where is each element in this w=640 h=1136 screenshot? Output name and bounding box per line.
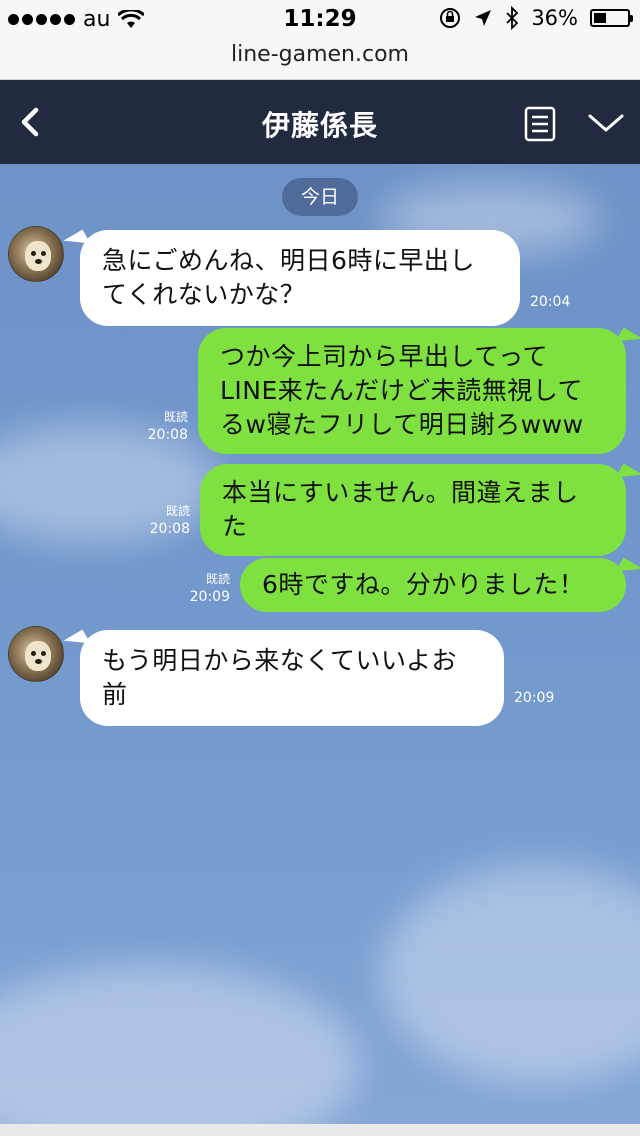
message-time: 20:08 [147,427,188,443]
read-receipt: 既読 [205,572,230,586]
message-time: 20:08 [149,521,190,537]
message-line: もう明日から来なくていいよお [102,646,458,675]
avatar[interactable] [8,626,64,682]
message-line: 前 [102,680,128,709]
message-line: た [222,512,248,541]
message-time: 20:04 [530,294,571,310]
message-line: 本当にすいません。間違えまし [222,478,579,507]
message-line: LINE来たんだけど未読無視して [220,376,584,405]
message-line: 6時ですね。分かりました！ [262,570,585,599]
message-bubble-incoming[interactable]: 急にごめんね、明日6時に早出し てくれないかな？ [80,230,520,326]
read-receipt: 既読 [165,504,190,518]
battery-icon [590,9,633,27]
chat-header: 伊藤係長 [0,80,640,164]
message-line: 急にごめんね、明日6時に早出し [102,246,475,275]
read-receipt: 既読 [163,410,188,424]
location-arrow-icon [475,10,492,26]
background-cloud [0,964,360,1124]
orientation-lock-icon [440,8,461,28]
message-meta: 既読 20:08 [130,408,188,444]
background-cloud [380,864,640,1084]
notes-icon[interactable] [524,106,556,142]
message-line: てくれないかな？ [102,280,306,309]
message-bubble-outgoing[interactable]: つか今上司から早出してって LINE来たんだけど未読無視して るw寝たフリして明… [198,328,626,454]
message-time: 20:09 [189,589,230,605]
message-meta: 既読 20:08 [130,502,190,538]
avatar[interactable] [8,226,64,282]
battery-percent: 36% [531,6,578,30]
date-separator: 今日 [282,178,358,216]
chat-area[interactable]: 今日 急にごめんね、明日6時に早出し てくれないかな？ 20:04 既読 20:… [0,164,640,1124]
url-bar[interactable]: line-gamen.com [0,40,640,80]
message-bubble-outgoing[interactable]: 本当にすいません。間違えまし た [200,464,626,556]
status-right: 36% [439,6,633,30]
status-bar: au 11:29 36% [0,0,640,40]
chevron-down-icon[interactable] [586,108,626,138]
message-line: るw寝たフリして明日謝ろwww [220,410,584,439]
bottom-bar [0,1124,640,1136]
bluetooth-icon [506,6,519,30]
message-bubble-incoming[interactable]: もう明日から来なくていいよお 前 [80,630,504,726]
message-meta: 既読 20:09 [172,570,230,606]
message-line: つか今上司から早出してって [220,342,549,371]
message-time: 20:09 [514,690,555,706]
message-bubble-outgoing[interactable]: 6時ですね。分かりました！ [240,558,626,612]
